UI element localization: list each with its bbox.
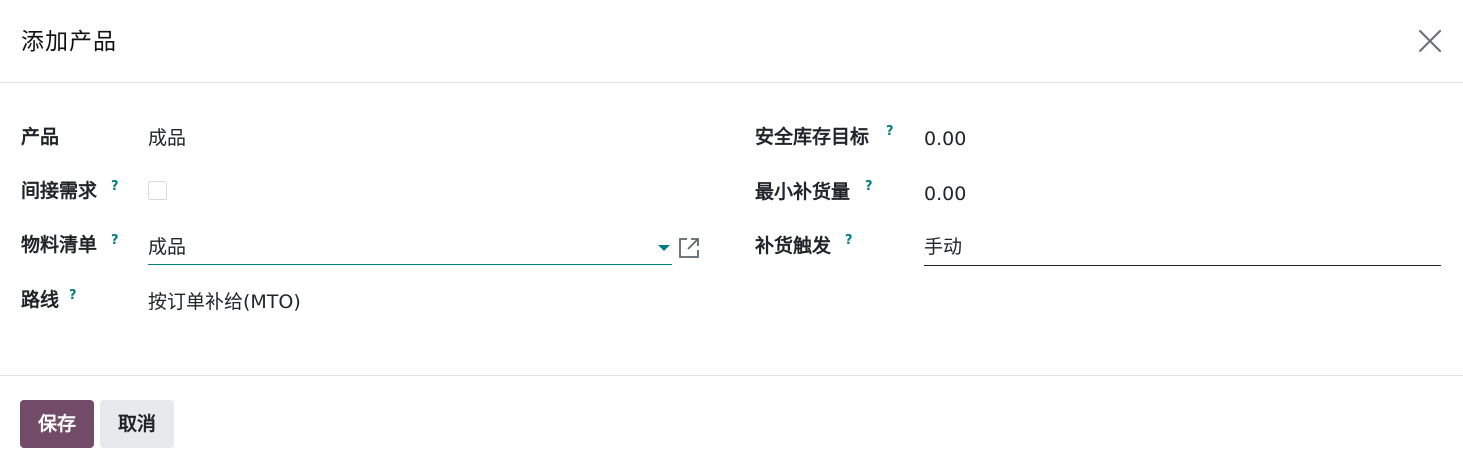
indirect-demand-help-icon[interactable]: ? xyxy=(111,180,119,194)
indirect-demand-checkbox[interactable] xyxy=(148,181,167,200)
route-label: 路线 xyxy=(21,289,60,311)
indirect-demand-label: 间接需求 xyxy=(21,180,98,202)
save-button[interactable]: 保存 xyxy=(20,400,94,448)
bom-help-icon[interactable]: ? xyxy=(111,234,119,248)
external-link-button[interactable] xyxy=(677,236,701,260)
product-label: 产品 xyxy=(21,126,60,148)
dialog-title: 添加产品 xyxy=(21,29,117,55)
replenish-trigger-label: 补货触发 xyxy=(755,235,832,257)
replenish-trigger-select[interactable]: 手动 xyxy=(924,233,1441,266)
replenish-trigger-value: 手动 xyxy=(924,236,963,258)
min-replenish-qty-help-icon[interactable]: ? xyxy=(865,180,873,194)
cancel-button[interactable]: 取消 xyxy=(100,400,174,448)
route-value: 按订单补给(MTO) xyxy=(148,291,301,313)
bom-field[interactable]: 成品 xyxy=(148,233,672,265)
close-icon xyxy=(1418,29,1442,53)
close-button[interactable] xyxy=(1414,25,1446,57)
dialog-header: 添加产品 xyxy=(0,0,1463,83)
route-help-icon[interactable]: ? xyxy=(69,289,77,303)
external-link-icon xyxy=(679,238,699,258)
replenish-trigger-help-icon[interactable]: ? xyxy=(845,234,853,248)
min-replenish-qty-label: 最小补货量 xyxy=(755,181,851,203)
bom-label: 物料清单 xyxy=(21,234,98,256)
product-value: 成品 xyxy=(148,127,187,149)
caret-down-icon[interactable] xyxy=(658,245,670,251)
safety-stock-target-help-icon[interactable]: ? xyxy=(886,125,894,139)
min-replenish-qty-value: 0.00 xyxy=(924,183,967,205)
dialog-footer xyxy=(0,375,1463,464)
safety-stock-target-label: 安全库存目标 xyxy=(755,126,870,148)
bom-value: 成品 xyxy=(148,236,187,258)
safety-stock-target-value: 0.00 xyxy=(924,128,967,150)
